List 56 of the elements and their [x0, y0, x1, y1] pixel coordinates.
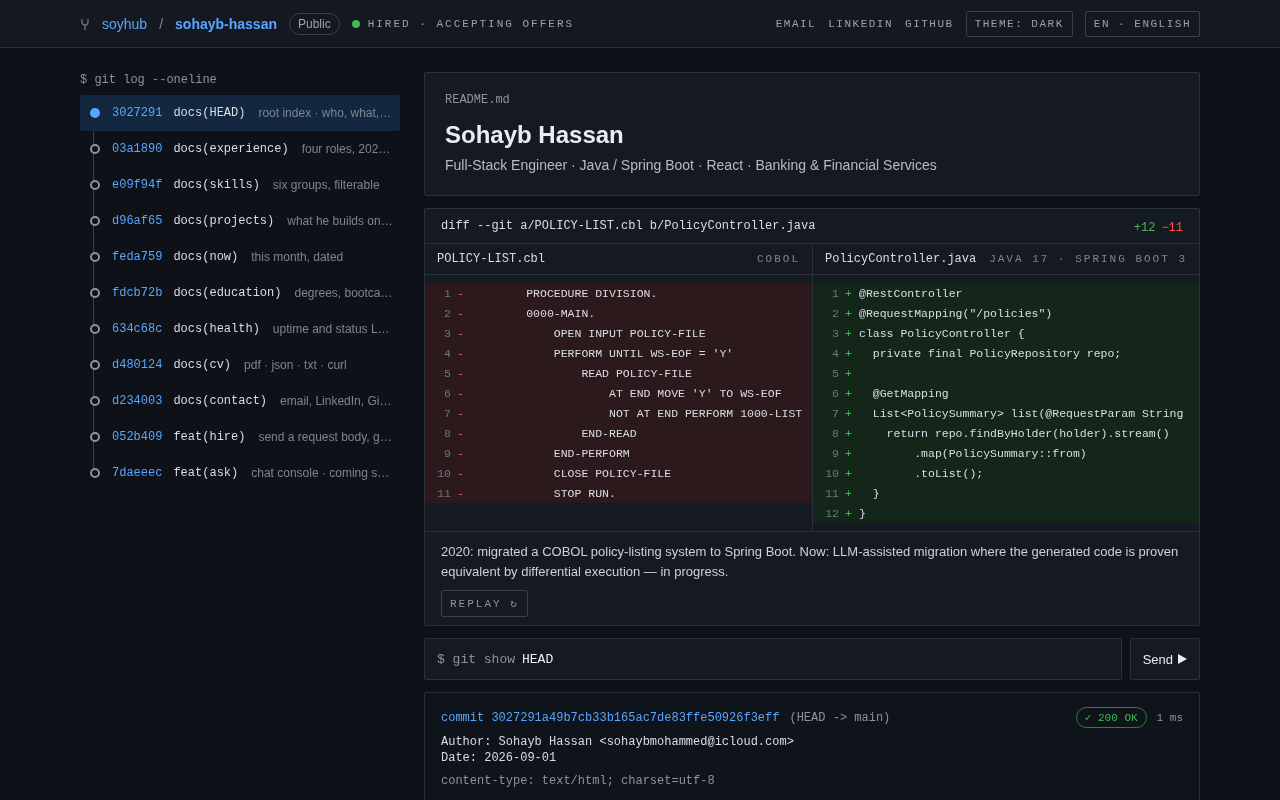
commit-node-icon	[90, 288, 100, 298]
commit-item[interactable]: fdcb72b docs(education) degrees, bootca…	[80, 275, 400, 311]
commit-author: Author: Sohayb Hassan <sohaybmohammed@icloud.com>	[441, 734, 795, 750]
commit-item[interactable]: feda759 docs(now) this month, dated	[80, 239, 400, 275]
additions-count: +12	[1133, 221, 1156, 235]
commit-node-icon	[90, 144, 100, 154]
theme-button[interactable]: THEME: DARK	[965, 10, 1073, 37]
commit-node-icon	[90, 252, 100, 262]
file-name: PolicyController.java	[825, 252, 977, 266]
commit-item[interactable]: d480124 docs(cv) pdf · json · txt · curl	[80, 347, 400, 383]
commit-item[interactable]: 7daeeec feat(ask) chat console · coming s…	[80, 455, 400, 491]
nav-link[interactable]: EMAIL	[775, 17, 817, 30]
commit-node-icon	[90, 108, 100, 118]
commit-item[interactable]: d234003 docs(contact) email, LinkedIn, Gi…	[80, 383, 400, 419]
send-button[interactable]: Send	[1129, 638, 1200, 680]
log-command: $ git log --oneline	[80, 72, 218, 89]
repo-link[interactable]: sohayb-hassan	[175, 15, 277, 32]
commit-node-icon	[90, 180, 100, 190]
file-name: POLICY-LIST.cbl	[437, 252, 546, 266]
readme-filename: README.md	[445, 93, 511, 107]
commit-hash: commit 3027291a49b7cb33b165ac7de83ffe50926f3eff	[441, 710, 780, 725]
profile-name: Sohayb Hassan	[445, 121, 625, 149]
commit-item[interactable]: d96af65 docs(projects) what he builds on…	[80, 203, 400, 239]
commit-item[interactable]: 3027291 docs(HEAD) root index · who, what,…	[80, 95, 400, 131]
language-button[interactable]: EN · ENGLISH	[1084, 10, 1200, 37]
command-prefix: $ git show	[437, 651, 515, 667]
response-time: 1 ms	[1156, 711, 1183, 724]
commit-item[interactable]: 634c68c docs(health) uptime and status L…	[80, 311, 400, 347]
status-text: HIRED · ACCEPTING OFFERS	[367, 17, 575, 30]
profile-subtitle: Full-Stack Engineer · Java / Spring Boot · React · Banking & Financial Services	[445, 157, 938, 173]
diff-command: diff --git a/POLICY-LIST.cbl b/PolicyController.java	[441, 219, 816, 233]
deletions-count: −11	[1161, 221, 1183, 235]
migration-note: 2020: migrated a COBOL policy-listing system to Spring Boot. Now: LLM-assisted migration where the generated code is proven equivalent by differential execution — in progress.	[441, 543, 1180, 581]
language-label: COBOL	[757, 253, 800, 265]
commit-date: Date: 2026-09-01	[441, 750, 558, 766]
commit-node-icon	[90, 324, 100, 334]
fork-icon	[80, 17, 90, 30]
commit-node-icon	[90, 360, 100, 370]
replay-button[interactable]: REPLAY ↻	[441, 590, 528, 617]
commit-item[interactable]: 052b409 feat(hire) send a request body, g…	[80, 419, 400, 455]
commit-item[interactable]: e09f94f docs(skills) six groups, filterable	[80, 167, 400, 203]
command-input[interactable]: HEAD	[522, 651, 1109, 667]
nav-link[interactable]: GITHUB	[905, 17, 954, 30]
commit-item[interactable]: 03a1890 docs(experience) four roles, 202…	[80, 131, 400, 167]
commit-node-icon	[90, 468, 100, 478]
command-field[interactable]: $ git show HEAD	[424, 638, 1122, 680]
commit-node-icon	[90, 432, 100, 442]
commit-ref: (HEAD -> main)	[789, 710, 891, 725]
path-separator: /	[159, 15, 164, 32]
commit-node-icon	[90, 216, 100, 226]
nav-link[interactable]: LINKEDIN	[828, 17, 894, 30]
commit-node-icon	[90, 396, 100, 406]
play-icon	[1178, 654, 1187, 664]
owner-link[interactable]: soyhub	[102, 15, 148, 32]
language-label: JAVA 17 · SPRING BOOT 3	[989, 253, 1187, 265]
response-header: content-type: text/html; charset=utf-8	[441, 774, 716, 788]
